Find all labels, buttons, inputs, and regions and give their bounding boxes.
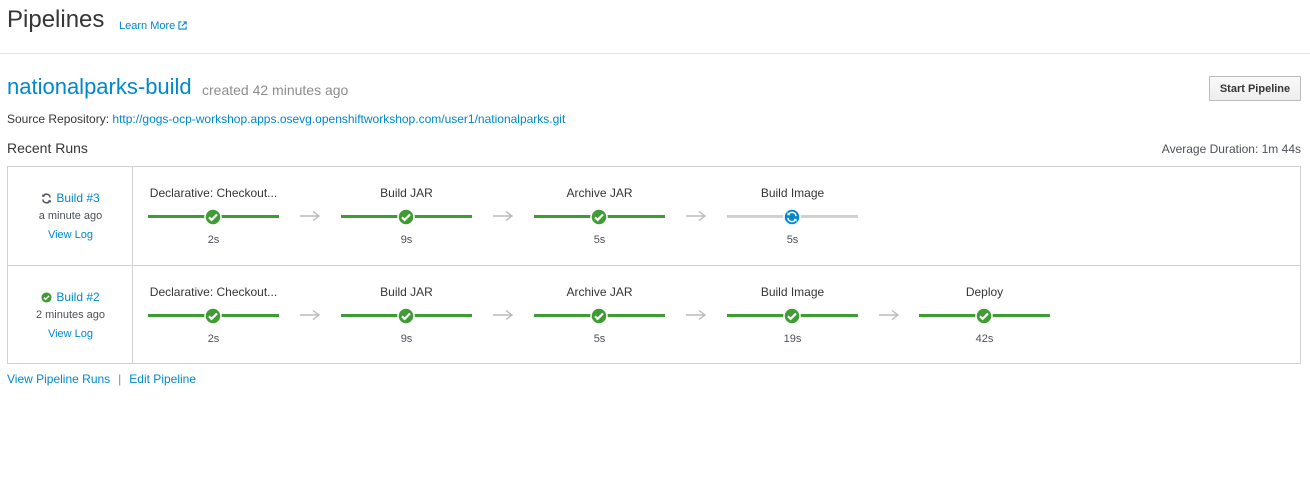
stage-duration: 2s (207, 333, 220, 345)
run-info: Build #2 2 minutes ago View Log (8, 266, 133, 364)
footer-links: View Pipeline Runs | Edit Pipeline (7, 372, 196, 386)
check-circle-icon (783, 307, 801, 325)
stage-name: Declarative: Checkout... (149, 285, 278, 299)
build-link[interactable]: Build #3 (56, 191, 99, 205)
stage-duration: 5s (786, 234, 799, 246)
arrow-right-icon (879, 309, 900, 321)
arrow-right-icon (493, 309, 514, 321)
stage-name: Archive JAR (566, 186, 633, 200)
stage-duration: 9s (400, 234, 413, 246)
stage-build-image[interactable]: Build Image 5s (727, 167, 858, 265)
pipeline-created-time: created 42 minutes ago (202, 82, 349, 98)
source-repository-label: Source Repository: (7, 112, 110, 126)
edit-pipeline-link[interactable]: Edit Pipeline (129, 372, 196, 386)
page-header: Pipelines Learn More (0, 0, 1310, 54)
arrow-right-icon (300, 210, 321, 222)
check-circle-icon (590, 307, 608, 325)
stage-duration: 9s (400, 333, 413, 345)
stage-name: Build Image (760, 285, 825, 299)
arrow-right-icon (493, 210, 514, 222)
sync-icon (783, 208, 801, 226)
pipeline-name-link[interactable]: nationalparks-build (7, 74, 192, 100)
stage-duration: 19s (783, 333, 802, 345)
check-circle-icon (397, 307, 415, 325)
arrow-right-icon (300, 309, 321, 321)
run-row-build-2: Build #2 2 minutes ago View Log Declarat… (8, 266, 1300, 364)
stage-archive-jar[interactable]: Archive JAR 5s (534, 266, 665, 364)
start-pipeline-button[interactable]: Start Pipeline (1209, 76, 1301, 101)
stage-deploy[interactable]: Deploy 42s (919, 266, 1050, 364)
stage-duration: 42s (975, 333, 994, 345)
view-pipeline-runs-link[interactable]: View Pipeline Runs (7, 372, 110, 386)
stage-duration: 2s (207, 234, 220, 246)
average-duration: Average Duration: 1m 44s (1161, 142, 1301, 156)
check-circle-icon (41, 292, 52, 303)
run-info: Build #3 a minute ago View Log (8, 167, 133, 265)
sync-icon (42, 193, 52, 204)
source-repository-link[interactable]: http://gogs-ocp-workshop.apps.osevg.open… (112, 112, 565, 126)
source-repository: Source Repository: http://gogs-ocp-works… (7, 112, 565, 126)
arrow-right-icon (686, 210, 707, 222)
stage-name: Build JAR (380, 186, 433, 200)
view-log-link[interactable]: View Log (48, 229, 93, 241)
page-title: Pipelines (7, 6, 105, 33)
stage-archive-jar[interactable]: Archive JAR 5s (534, 167, 665, 265)
check-circle-icon (397, 208, 415, 226)
runs-table: Build #3 a minute ago View Log Declarati… (7, 166, 1301, 364)
check-circle-icon (204, 307, 222, 325)
check-circle-icon (590, 208, 608, 226)
stage-duration: 5s (593, 333, 606, 345)
stage-name: Build Image (760, 186, 825, 200)
stage-name: Deploy (965, 285, 1004, 299)
stage-declarative-checkout[interactable]: Declarative: Checkout... 2s (148, 266, 279, 364)
check-circle-icon (204, 208, 222, 226)
run-row-build-3: Build #3 a minute ago View Log Declarati… (8, 167, 1300, 266)
arrow-right-icon (686, 309, 707, 321)
stage-name: Archive JAR (566, 285, 633, 299)
external-link-icon (178, 21, 187, 30)
stage-build-image[interactable]: Build Image 19s (727, 266, 858, 364)
build-time: 2 minutes ago (35, 309, 106, 321)
footer-separator: | (118, 372, 122, 386)
build-time: a minute ago (38, 210, 103, 222)
learn-more-label: Learn More (119, 20, 176, 32)
stage-build-jar[interactable]: Build JAR 9s (341, 266, 472, 364)
check-circle-icon (975, 307, 993, 325)
stage-duration: 5s (593, 234, 606, 246)
stage-declarative-checkout[interactable]: Declarative: Checkout... 2s (148, 167, 279, 265)
stage-name: Build JAR (380, 285, 433, 299)
build-link[interactable]: Build #2 (56, 290, 99, 304)
stage-build-jar[interactable]: Build JAR 9s (341, 167, 472, 265)
stage-name: Declarative: Checkout... (149, 186, 278, 200)
learn-more-link[interactable]: Learn More (119, 20, 187, 32)
recent-runs-heading: Recent Runs (7, 140, 88, 156)
view-log-link[interactable]: View Log (48, 328, 93, 340)
